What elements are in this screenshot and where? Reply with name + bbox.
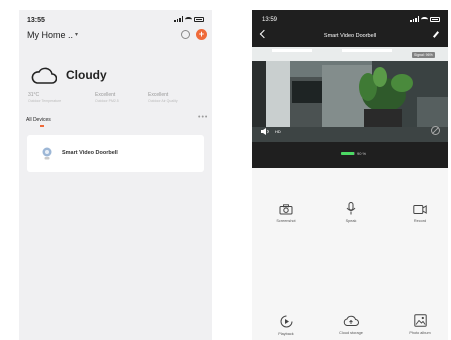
screenshot-label: Screenshot: [276, 219, 296, 223]
battery-bar-fill: [341, 152, 354, 155]
record-button[interactable]: Record: [400, 204, 440, 223]
record-label: Record: [413, 219, 427, 223]
cloud-upload-icon: [343, 315, 359, 326]
wifi-icon: [421, 16, 428, 22]
stat-value: Excellent: [95, 92, 116, 98]
photo-album-label: Photo album: [409, 331, 431, 335]
live-video-feed[interactable]: [252, 47, 448, 142]
playback-button[interactable]: Playback: [266, 315, 306, 336]
video-camera-icon: [413, 205, 427, 214]
stat-label: Outdoor PM2.5: [95, 99, 119, 103]
doorbell-screen: 13:59 Smart Video Doorbell Signal: 96% H…: [252, 10, 448, 340]
home-selector[interactable]: My Home ..: [27, 30, 73, 40]
signal-strength: Signal: 96%: [412, 52, 435, 58]
battery-indicator: 90 %: [341, 151, 366, 156]
wifi-icon: [185, 16, 192, 22]
camera-icon: [279, 204, 293, 215]
signal-icon: [410, 16, 419, 22]
stat-label: Outdoor Temperature: [28, 99, 62, 103]
playback-icon: [280, 315, 292, 328]
speak-button[interactable]: Speak: [331, 202, 371, 223]
cloud-icon: [31, 67, 57, 84]
scan-icon[interactable]: [181, 30, 190, 39]
tab-all-devices[interactable]: All Devices: [26, 117, 51, 123]
stat-temperature: 31°C Outdoor Temperature: [28, 92, 78, 103]
signal-icon: [174, 16, 183, 22]
mute-icon[interactable]: [431, 126, 440, 135]
more-icon[interactable]: •••: [198, 114, 208, 121]
screenshot-button[interactable]: Screenshot: [266, 204, 306, 223]
microphone-icon: [346, 202, 356, 215]
photo-album-icon: [413, 314, 427, 327]
status-time: 13:59: [262, 17, 278, 23]
page-title: Smart Video Doorbell: [323, 33, 377, 39]
speak-label: Speak: [345, 219, 357, 223]
weather-condition: Cloudy: [66, 68, 107, 82]
cloud-storage-button[interactable]: Cloud storage: [331, 315, 371, 335]
home-screen: 13:55 My Home .. ▾ + Cloudy 31°C Outdoor…: [19, 10, 212, 340]
speaker-icon[interactable]: [261, 128, 270, 135]
photo-album-button[interactable]: Photo album: [400, 314, 440, 335]
chevron-down-icon[interactable]: ▾: [75, 31, 78, 38]
battery-percent: 90 %: [357, 151, 367, 156]
status-time: 13:55: [27, 17, 45, 24]
battery-icon: [194, 16, 204, 22]
stat-value: Excellent: [148, 92, 169, 98]
quality-toggle[interactable]: HD: [275, 129, 281, 134]
stat-pm25: Excellent Outdoor PM2.5: [95, 92, 145, 103]
stat-air-quality: Excellent Outdoor Air Quality: [148, 92, 198, 103]
add-device-button[interactable]: +: [196, 29, 207, 40]
battery-bar: [341, 152, 355, 155]
tab-indicator: [40, 125, 44, 127]
status-icons: [174, 16, 204, 22]
stat-label: Outdoor Air Quality: [148, 99, 178, 103]
stat-value: 31°C: [28, 92, 40, 98]
playback-label: Playback: [278, 332, 294, 336]
status-icons: [410, 16, 440, 22]
cloud-storage-label: Cloud storage: [339, 331, 363, 335]
doorbell-icon: [42, 147, 52, 160]
device-name: Smart Video Doorbell: [62, 150, 118, 156]
battery-icon: [430, 16, 440, 22]
device-card[interactable]: Smart Video Doorbell: [27, 135, 204, 172]
